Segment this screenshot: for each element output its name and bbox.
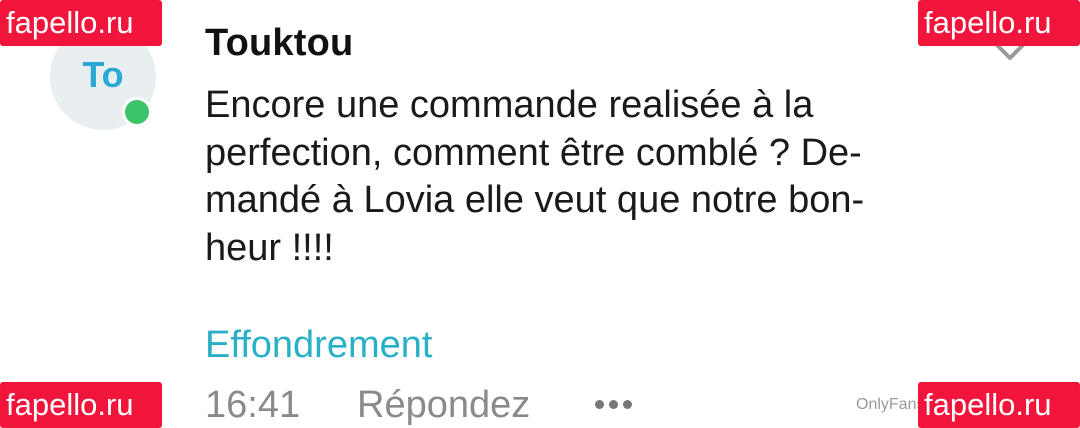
onlyfans-credit: OnlyFans xyxy=(856,396,925,413)
reply-button[interactable]: Répondez xyxy=(357,384,530,427)
comment-screen: To Touktou Encore une commande realisée … xyxy=(0,0,1080,428)
comment-message: Encore une commande realisée à la perfec… xyxy=(205,82,935,272)
watermark-bottom-right: fapello.ru xyxy=(918,382,1080,428)
watermark-top-right: fapello.ru xyxy=(918,0,1080,46)
comment-tag-link[interactable]: Effondrement xyxy=(205,324,432,367)
message-line: Encore une commande realisée à la xyxy=(205,84,814,126)
comment-username[interactable]: Touktou xyxy=(205,22,353,65)
online-status-dot xyxy=(122,97,152,127)
watermark-bottom-left: fapello.ru xyxy=(0,382,162,428)
message-line: heur !!!! xyxy=(205,226,334,269)
message-line: mandé à Lovia elle veut que notre bon- xyxy=(205,179,865,221)
watermark-top-left: fapello.ru xyxy=(0,0,162,46)
more-dots-icon[interactable] xyxy=(595,400,635,410)
message-line: perfection, comment être comblé ? De- xyxy=(205,131,862,174)
comment-time: 16:41 xyxy=(205,384,301,426)
avatar-initials: To xyxy=(82,54,124,95)
